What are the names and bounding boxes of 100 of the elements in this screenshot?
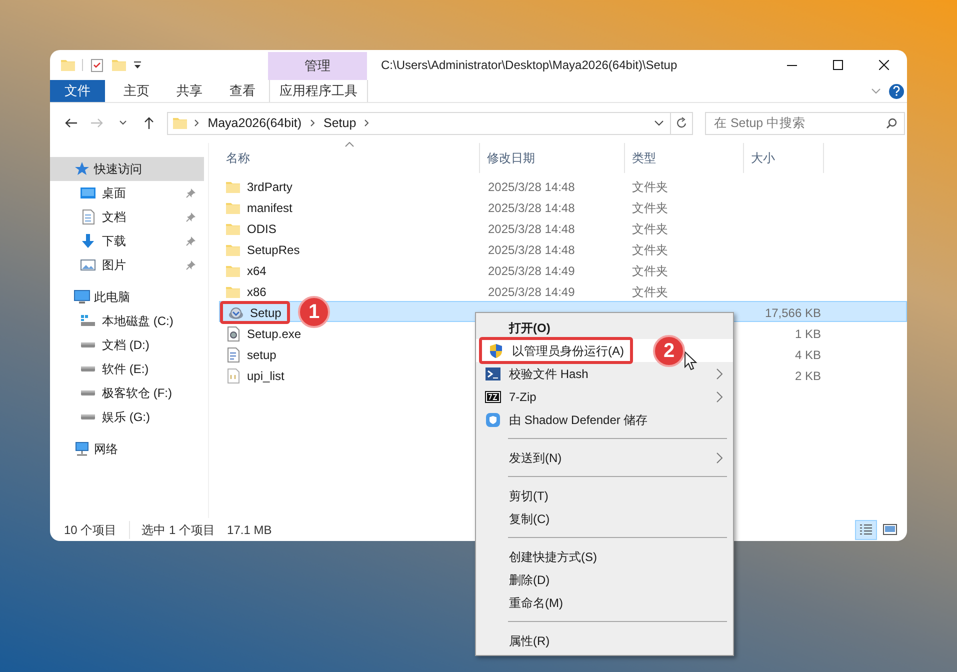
- step-number-badge: 2: [653, 334, 685, 366]
- view-button[interactable]: [855, 520, 877, 540]
- menu-item[interactable]: 发送到(N): [476, 446, 733, 469]
- file-size: 2 KB: [794, 368, 822, 384]
- search-field[interactable]: 在 Setup 中搜索: [704, 112, 905, 134]
- chevron-down-icon: [654, 120, 664, 126]
- modified-date: 2025/3/28 14:49: [487, 262, 576, 280]
- menu-item[interactable]: 删除(D): [476, 568, 733, 591]
- menu-item[interactable]: 复制(C): [476, 507, 733, 530]
- up-icon: [142, 117, 155, 129]
- file-name[interactable]: manifest: [247, 198, 292, 216]
- modified-date: 2025/3/28 14:48: [487, 220, 576, 238]
- nav-item[interactable]: 本地磁盘 (C:): [50, 309, 204, 333]
- installer-icon: [228, 304, 244, 320]
- modified-date: 2025/3/28 14:48: [487, 178, 576, 196]
- chevron-right-icon: [194, 119, 200, 127]
- column-header[interactable]: 名称: [219, 143, 480, 173]
- nav-item[interactable]: 此电脑: [50, 285, 204, 309]
- ribbon-tab[interactable]: 共享: [163, 80, 216, 102]
- file-name[interactable]: 3rdParty: [247, 178, 292, 196]
- highlighted-menu-label[interactable]: 以管理员身份运行(A): [479, 337, 633, 364]
- menu-item[interactable]: 剪切(T): [476, 484, 733, 507]
- modified-date: 2025/3/28 14:48: [487, 242, 576, 258]
- sort-caret-icon: [345, 142, 354, 147]
- details-view-icon: [858, 522, 874, 538]
- file-type: 文件夹: [631, 200, 669, 216]
- ribbon-tab[interactable]: 主页: [110, 80, 163, 102]
- menu-label[interactable]: 属性(R): [509, 632, 550, 650]
- file-type: 文件夹: [631, 284, 669, 300]
- menu-item[interactable]: 重命名(M): [476, 591, 733, 614]
- nav-item[interactable]: 娱乐 (G:): [50, 405, 204, 429]
- address-field[interactable]: Maya2026(64bit) Setup: [166, 112, 693, 134]
- selection-size: 17.1 MB: [227, 522, 272, 538]
- nav-item[interactable]: 文档 (D:): [50, 333, 204, 357]
- menu-label[interactable]: 复制(C): [509, 510, 550, 528]
- file-name[interactable]: x86: [247, 282, 266, 300]
- menu-label[interactable]: 校验文件 Hash: [509, 364, 588, 382]
- menu-label[interactable]: 剪切(T): [509, 486, 548, 504]
- ribbon-tab[interactable]: 查看: [216, 80, 269, 102]
- menu-item[interactable]: 创建快捷方式(S): [476, 545, 733, 568]
- dropdown-icon: [133, 60, 142, 70]
- column-header[interactable]: 类型: [625, 143, 744, 173]
- forward-icon: [90, 117, 103, 129]
- file-name[interactable]: Setup: [250, 304, 282, 322]
- highlighted-file-name[interactable]: Setup: [220, 301, 290, 324]
- column-header[interactable]: 大小: [744, 143, 824, 173]
- file-type: 文件夹: [631, 178, 669, 196]
- menu-label[interactable]: 创建快捷方式(S): [509, 548, 597, 566]
- nav-item[interactable]: 下载: [50, 229, 204, 253]
- computer-icon: [74, 290, 90, 304]
- nav-item[interactable]: 图片: [50, 253, 204, 277]
- file-name[interactable]: Setup.exe: [247, 324, 302, 342]
- window-title: C:\Users\Administrator\Desktop\Maya2026(64bit)\Setup: [380, 57, 678, 74]
- menu-label[interactable]: 重命名(M): [509, 594, 563, 612]
- back-icon: [64, 117, 77, 129]
- file-name[interactable]: SetupRes: [247, 240, 300, 258]
- menu-label[interactable]: 发送到(N): [509, 448, 562, 466]
- drive-icon: [80, 414, 96, 420]
- modified-date: 2025/3/28 14:49: [487, 284, 576, 300]
- ribbon-tab[interactable]: 应用程序工具: [269, 80, 368, 102]
- file-name[interactable]: ODIS: [247, 220, 276, 238]
- menu-label[interactable]: 删除(D): [509, 570, 550, 588]
- nav-item[interactable]: 桌面: [50, 181, 204, 205]
- nav-item[interactable]: 文档: [50, 205, 204, 229]
- nav-item[interactable]: 快速访问: [50, 157, 204, 181]
- terminal-icon: [485, 366, 501, 380]
- star-icon: [74, 161, 90, 177]
- folder-icon: [111, 57, 127, 73]
- ribbon-tab[interactable]: 文件: [50, 80, 105, 102]
- nav-item[interactable]: 极客软仓 (F:): [50, 381, 204, 405]
- drive-icon: [80, 366, 96, 372]
- file-name[interactable]: x64: [247, 262, 266, 280]
- menu-label[interactable]: 以管理员身份运行(A): [512, 342, 624, 360]
- large-icons-view-icon: [882, 522, 898, 538]
- breadcrumb[interactable]: Maya2026(64bit): [208, 114, 302, 132]
- menu-label[interactable]: 由 Shadow Defender 储存: [509, 410, 648, 428]
- text-file-icon: [225, 368, 241, 384]
- file-name[interactable]: setup: [247, 346, 276, 364]
- menu-item[interactable]: 由 Shadow Defender 储存: [476, 408, 733, 431]
- checklist-icon: [89, 57, 105, 73]
- folder-icon: [60, 57, 76, 73]
- close-icon: [879, 60, 889, 70]
- menu-item[interactable]: 7-Zip: [476, 385, 733, 408]
- chevron-right-icon: [364, 119, 370, 127]
- nav-item[interactable]: 网络: [50, 437, 204, 461]
- menu-label[interactable]: 7-Zip: [509, 388, 536, 406]
- file-type: 文件夹: [631, 262, 669, 280]
- column-header[interactable]: 修改日期: [480, 143, 625, 173]
- step-number-badge: 1: [298, 296, 330, 328]
- file-size: 4 KB: [794, 346, 822, 364]
- chevron-right-icon: [310, 119, 316, 127]
- help-icon: [893, 86, 900, 96]
- document-icon: [80, 209, 96, 225]
- archive-app-icon: [485, 390, 501, 402]
- menu-item[interactable]: 属性(R): [476, 629, 733, 652]
- breadcrumb[interactable]: Setup: [324, 114, 356, 132]
- file-name[interactable]: upi_list: [247, 366, 284, 384]
- help-button[interactable]: [889, 84, 904, 98]
- nav-item[interactable]: 软件 (E:): [50, 357, 204, 381]
- picture-icon: [80, 259, 96, 271]
